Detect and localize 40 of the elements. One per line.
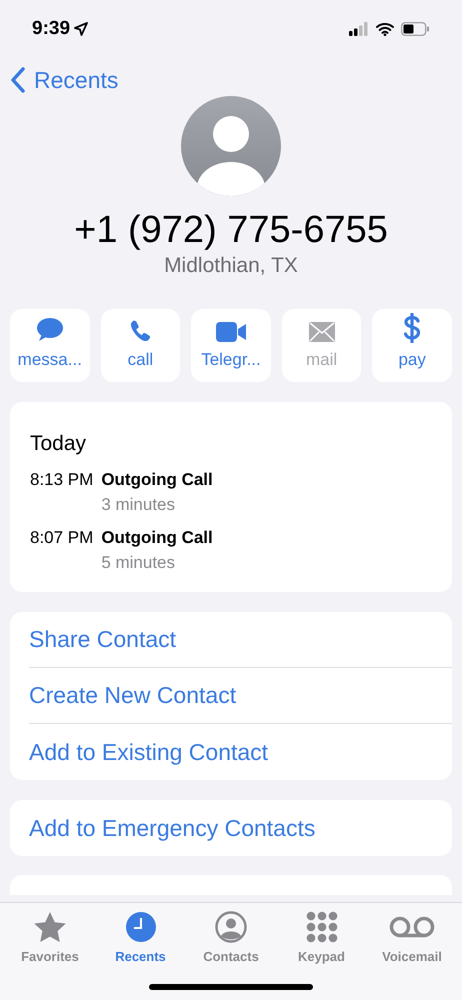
location-arrow-icon xyxy=(74,22,88,36)
avatar-icon xyxy=(181,96,281,196)
speech-bubble-icon xyxy=(36,316,64,342)
call-duration: 5 minutes xyxy=(101,552,176,574)
phone-number: +1 (972) 775-6755 xyxy=(74,208,388,252)
battery-icon xyxy=(401,22,430,36)
history-heading: Today xyxy=(30,431,88,457)
person-circle-icon xyxy=(215,911,247,943)
tab-item[interactable]: Keypad xyxy=(286,910,358,966)
clock-icon xyxy=(124,911,156,943)
star-icon xyxy=(33,911,67,943)
contact-option-link[interactable]: Create New Contact xyxy=(29,678,236,713)
phone-icon xyxy=(128,318,152,342)
tab-item[interactable]: Favorites xyxy=(14,910,86,966)
action-button[interactable]: call xyxy=(100,309,180,382)
call-duration: 3 minutes xyxy=(101,494,176,516)
tab-item[interactable]: Recents xyxy=(104,910,176,966)
back-button[interactable]: Recents xyxy=(10,62,118,98)
tab-item[interactable]: Contacts xyxy=(195,910,267,966)
emergency-contacts-link[interactable]: Add to Emergency Contacts xyxy=(29,800,316,856)
dollar-sign-icon xyxy=(403,312,422,342)
contact-option-link[interactable]: Share Contact xyxy=(29,622,176,657)
tab-item[interactable]: Voicemail xyxy=(376,910,448,966)
keypad-icon xyxy=(306,911,338,943)
signal-icon xyxy=(349,22,369,36)
action-button[interactable]: Telegr... xyxy=(191,309,271,382)
contact-location: Midlothian, TX xyxy=(164,253,298,279)
video-camera-icon xyxy=(214,320,247,342)
contact-option-link[interactable]: Add to Existing Contact xyxy=(29,734,268,770)
action-button[interactable]: messa... xyxy=(10,309,90,382)
voicemail-icon xyxy=(389,914,435,940)
envelope-icon xyxy=(308,320,336,342)
status-time: 9:39 xyxy=(32,16,70,41)
call-time: 8:13 PM xyxy=(30,469,94,491)
call-type: Outgoing Call xyxy=(101,527,213,549)
call-time: 8:07 PM xyxy=(30,527,94,549)
wifi-icon xyxy=(376,22,394,36)
chevron-left-icon xyxy=(10,67,26,93)
call-type: Outgoing Call xyxy=(101,469,213,491)
action-button[interactable]: pay xyxy=(372,309,452,382)
